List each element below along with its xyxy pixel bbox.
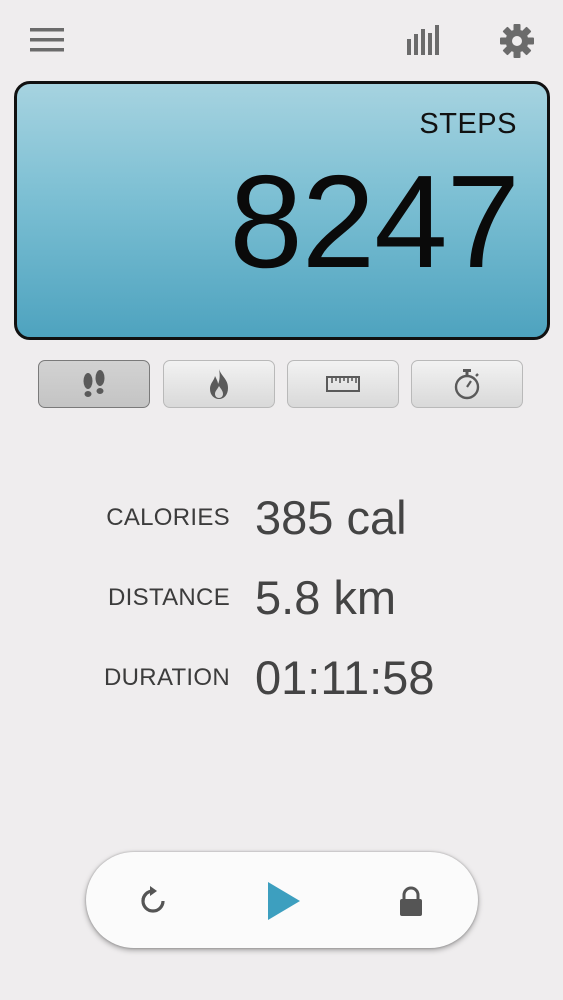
settings-button[interactable] — [494, 18, 540, 64]
top-toolbar — [0, 0, 563, 82]
statistics-button[interactable] — [400, 20, 446, 60]
mode-duration-button[interactable] — [411, 360, 523, 408]
duration-label: DURATION — [104, 664, 230, 691]
distance-row: DISTANCE 5.8 km — [0, 566, 563, 626]
mode-calories-button[interactable] — [163, 360, 275, 408]
reset-icon — [141, 886, 165, 913]
bar-chart-icon — [407, 25, 439, 55]
step-counter-display: STEPS 8247 — [14, 81, 550, 340]
playback-controls — [86, 852, 478, 948]
mode-steps-button[interactable] — [38, 360, 150, 408]
duration-row: DURATION 01:11:58 — [0, 646, 563, 706]
footprints-icon — [83, 370, 105, 397]
calories-label: CALORIES — [106, 504, 230, 531]
reset-button[interactable] — [128, 876, 178, 926]
lock-icon — [400, 886, 422, 916]
flame-icon — [210, 369, 228, 399]
play-icon — [268, 882, 300, 920]
calories-row: CALORIES 385 cal — [0, 486, 563, 546]
mode-distance-button[interactable] — [287, 360, 399, 408]
menu-button[interactable] — [26, 22, 68, 58]
distance-label: DISTANCE — [108, 584, 230, 611]
play-button[interactable] — [258, 876, 308, 926]
step-count: 8247 — [229, 148, 520, 295]
duration-value: 01:11:58 — [255, 651, 435, 704]
display-label: STEPS — [419, 108, 517, 140]
calories-value: 385 cal — [255, 491, 407, 544]
distance-value: 5.8 km — [255, 571, 397, 624]
hamburger-menu-icon — [30, 28, 64, 52]
stopwatch-icon — [454, 369, 480, 400]
gear-icon — [500, 24, 534, 58]
ruler-icon — [326, 376, 360, 392]
mode-selector — [38, 360, 526, 410]
lock-button[interactable] — [386, 876, 436, 926]
